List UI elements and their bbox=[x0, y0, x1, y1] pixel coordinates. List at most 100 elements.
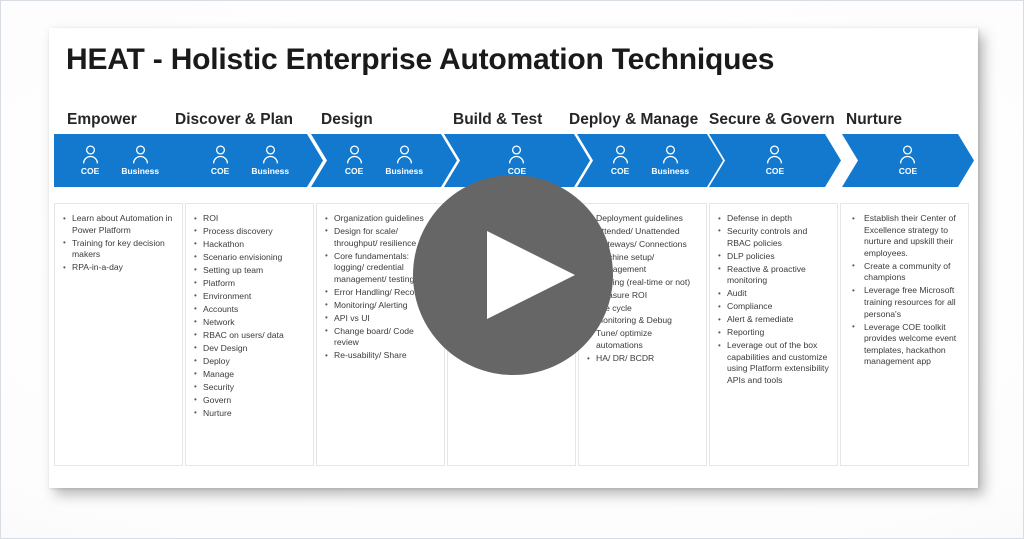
phase-heading-design: Design bbox=[321, 111, 373, 128]
list-item: RPA-in-a-day bbox=[63, 262, 177, 274]
list-item: Environment bbox=[194, 290, 308, 303]
list-item: Life cycle bbox=[587, 302, 701, 315]
list-item: Deploy bbox=[194, 355, 308, 368]
person-icon bbox=[766, 145, 783, 164]
list-item: Leverage free Microsoft training resourc… bbox=[852, 285, 963, 320]
person-icon bbox=[262, 145, 279, 164]
person-icon bbox=[508, 145, 525, 164]
phase-heading-nurture: Nurture bbox=[846, 111, 902, 128]
person-icon bbox=[662, 145, 679, 164]
page-title: HEAT - Holistic Enterprise Automation Te… bbox=[66, 43, 775, 76]
list-item: Attended/ Unattended bbox=[587, 226, 701, 238]
phase-heading-secure-govern: Secure & Govern bbox=[709, 111, 835, 128]
list-item: Dev Design bbox=[194, 342, 308, 355]
phase-heading-build-test: Build & Test bbox=[453, 111, 543, 128]
phase-heading-empower: Empower bbox=[67, 111, 137, 128]
list-item: Reactive & proactive monitoring bbox=[718, 263, 832, 287]
phase-chevron-deploy-manage[interactable]: COE Business bbox=[577, 134, 723, 187]
list-item: Process discovery bbox=[194, 226, 308, 238]
persona-coe: COE bbox=[345, 145, 363, 176]
persona-group: COE Business bbox=[311, 134, 457, 187]
phase-chevron-secure-govern[interactable]: COE bbox=[709, 134, 841, 187]
phase-heading-discover-plan: Discover & Plan bbox=[175, 111, 294, 128]
detail-list: ROIProcess discoveryHackathonScenario en… bbox=[186, 204, 313, 419]
persona-business: Business bbox=[651, 145, 689, 176]
list-item: Security controls and RBAC policies bbox=[718, 225, 832, 249]
person-icon bbox=[82, 145, 99, 164]
persona-group: COE Business bbox=[54, 134, 200, 187]
list-item: Organization guidelines bbox=[325, 213, 439, 225]
phase-chevron-discover-plan[interactable]: COE Business bbox=[177, 134, 323, 187]
phase-chevron-design[interactable]: COE Business bbox=[311, 134, 457, 187]
list-item: DLP policies bbox=[718, 250, 832, 263]
persona-coe: COE bbox=[508, 145, 526, 176]
list-item: Audit bbox=[718, 288, 832, 300]
person-icon bbox=[212, 145, 229, 164]
persona-label: COE bbox=[344, 166, 364, 177]
person-icon bbox=[346, 145, 363, 164]
persona-label: COE bbox=[80, 166, 100, 177]
list-item: Compliance bbox=[718, 301, 832, 313]
video-play-button[interactable] bbox=[413, 175, 613, 375]
list-item: Setting up team bbox=[194, 264, 308, 277]
persona-coe: COE bbox=[766, 145, 784, 176]
person-icon bbox=[899, 145, 916, 164]
persona-business: Business bbox=[385, 145, 423, 176]
list-item: Create a community of champions bbox=[852, 260, 963, 284]
list-item: Security bbox=[194, 381, 308, 394]
persona-label: COE bbox=[210, 166, 230, 177]
persona-coe: COE bbox=[899, 145, 917, 176]
phase-chevron-empower[interactable]: COE Business bbox=[54, 134, 200, 187]
person-icon bbox=[612, 145, 629, 164]
detail-list: Learn about Automation in Power Platform… bbox=[55, 204, 182, 274]
list-item: Defense in depth bbox=[718, 213, 832, 225]
list-item: Platform bbox=[194, 277, 308, 290]
list-item: Training for key decision makers bbox=[63, 237, 177, 261]
detail-card-empower: Learn about Automation in Power Platform… bbox=[54, 203, 183, 466]
list-item: Tune/ optimize automations bbox=[587, 328, 701, 351]
persona-coe: COE bbox=[81, 145, 99, 176]
phase-heading-deploy-manage: Deploy & Manage bbox=[569, 111, 699, 128]
list-item: Alert & remediate bbox=[718, 314, 832, 326]
detail-card-discover-plan: ROIProcess discoveryHackathonScenario en… bbox=[185, 203, 314, 466]
persona-label: COE bbox=[898, 166, 918, 177]
persona-coe: COE bbox=[611, 145, 629, 176]
persona-coe: COE bbox=[211, 145, 229, 176]
list-item: Learn about Automation in Power Platform bbox=[63, 212, 177, 236]
list-item: Monitoring & Debug bbox=[587, 315, 701, 327]
list-item: Change board/ Code review bbox=[325, 325, 439, 349]
persona-group: COE bbox=[709, 134, 841, 187]
list-item: Establish their Center of Excellence str… bbox=[852, 212, 963, 259]
persona-label: Business bbox=[251, 166, 290, 177]
list-item: Network bbox=[194, 316, 308, 329]
list-item: Nurture bbox=[194, 407, 308, 420]
person-icon bbox=[132, 145, 149, 164]
detail-list: Defense in depthSecurity controls and RB… bbox=[710, 204, 837, 386]
persona-business: Business bbox=[121, 145, 159, 176]
detail-card-secure-govern: Defense in depthSecurity controls and RB… bbox=[709, 203, 838, 466]
play-triangle-icon bbox=[487, 231, 575, 319]
list-item: Manage bbox=[194, 368, 308, 381]
list-item: Deployment guidelines bbox=[587, 213, 701, 225]
persona-group: COE bbox=[842, 134, 974, 187]
list-item: Reporting bbox=[718, 327, 832, 339]
persona-business: Business bbox=[251, 145, 289, 176]
list-item: Gateways/ Connections bbox=[587, 238, 701, 251]
list-item: Govern bbox=[194, 394, 308, 407]
persona-group: COE Business bbox=[177, 134, 323, 187]
detail-card-nurture: Establish their Center of Excellence str… bbox=[840, 203, 969, 466]
list-item: Scenario envisioning bbox=[194, 251, 308, 264]
list-item: Re-usability/ Share bbox=[325, 350, 439, 362]
list-item: ROI bbox=[194, 213, 308, 225]
persona-label: Business bbox=[385, 166, 424, 177]
persona-label: COE bbox=[610, 166, 630, 177]
persona-label: Business bbox=[651, 166, 690, 177]
persona-group: COE Business bbox=[577, 134, 723, 187]
detail-list: Establish their Center of Excellence str… bbox=[841, 204, 968, 368]
list-item: HA/ DR/ BCDR bbox=[587, 353, 701, 365]
list-item: Leverage out of the box capabilities and… bbox=[718, 340, 832, 386]
persona-label: COE bbox=[765, 166, 785, 177]
list-item: Hackathon bbox=[194, 238, 308, 251]
list-item: RBAC on users/ data bbox=[194, 329, 308, 342]
phase-chevron-nurture[interactable]: COE bbox=[842, 134, 974, 187]
